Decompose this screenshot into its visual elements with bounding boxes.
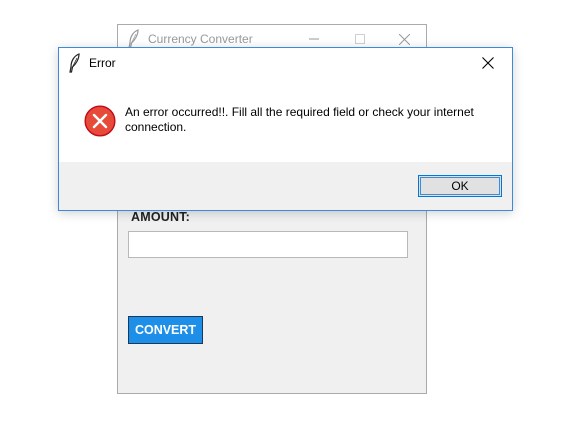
close-icon: [398, 33, 410, 45]
convert-button[interactable]: CONVERT: [128, 316, 203, 344]
close-icon: [482, 57, 494, 69]
feather-icon: [128, 29, 139, 49]
feather-icon: [69, 53, 80, 73]
dialog-close-button[interactable]: [466, 48, 510, 78]
dialog-titlebar[interactable]: Error: [59, 48, 512, 78]
error-icon: [84, 105, 116, 137]
amount-input[interactable]: [128, 231, 408, 258]
window-title: Currency Converter: [148, 32, 253, 46]
error-dialog: Error An error occurred!!. Fill all the …: [58, 47, 513, 211]
amount-label: AMOUNT:: [131, 210, 191, 224]
minimize-icon: [309, 38, 319, 40]
maximize-icon: [355, 34, 365, 44]
ok-button[interactable]: OK: [418, 175, 502, 197]
dialog-footer: OK: [59, 162, 512, 210]
error-message: An error occurred!!. Fill all the requir…: [125, 105, 474, 134]
dialog-title: Error: [89, 56, 116, 70]
